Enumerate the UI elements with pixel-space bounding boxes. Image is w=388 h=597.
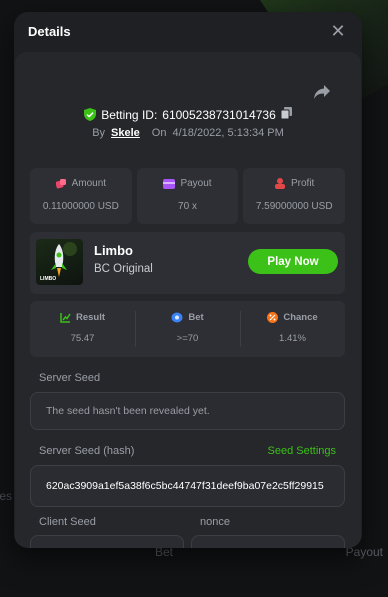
copy-icon xyxy=(280,107,292,120)
chance-label: Chance xyxy=(283,312,318,323)
server-seed-hash-label: Server Seed (hash) xyxy=(39,445,135,457)
nonce-label: nonce xyxy=(200,516,230,528)
result-label: Result xyxy=(75,312,106,323)
client-seed-field[interactable] xyxy=(30,535,184,548)
bet-details-card: Betting ID: 61005238731014736 By Skele O… xyxy=(15,52,361,548)
shield-check-icon xyxy=(84,108,97,121)
share-icon xyxy=(314,85,330,99)
user-link[interactable]: Skele xyxy=(111,127,140,139)
server-seed-hash-value: 620ac3909a1ef5a38f6c5bc44747f31deef9ba07… xyxy=(46,480,324,492)
server-seed-label: Server Seed xyxy=(39,372,101,384)
game-thumb-text: LIMBO xyxy=(40,276,57,282)
stat-payout-label: Payout xyxy=(180,178,212,189)
percent-icon xyxy=(267,312,279,323)
stat-amount: Amount 0.11000000 USD xyxy=(30,168,132,224)
game-thumbnail[interactable]: LIMBO xyxy=(36,239,83,285)
bet-timestamp: 4/18/2022, 5:13:34 PM xyxy=(172,127,284,139)
game-row: LIMBO Limbo BC Original Play Now xyxy=(30,232,345,294)
betting-id-row: Betting ID: 61005238731014736 xyxy=(15,107,361,122)
copy-button[interactable] xyxy=(280,107,292,122)
target-icon xyxy=(171,312,183,323)
on-label: On xyxy=(151,127,167,139)
result-column: Result 75.47 xyxy=(30,301,135,357)
close-button[interactable]: ✕ xyxy=(328,21,348,41)
play-now-button[interactable]: Play Now xyxy=(248,249,338,274)
bet-condition-column: Bet >=70 xyxy=(135,301,240,357)
stat-payout: Payout 70 x xyxy=(136,168,239,224)
dice-icon xyxy=(55,178,66,188)
server-seed-hash-field[interactable]: 620ac3909a1ef5a38f6c5bc44747f31deef9ba07… xyxy=(30,465,345,507)
coins-icon xyxy=(275,178,285,189)
stat-profit-value: 7.59000000 USD xyxy=(255,201,333,212)
chart-icon xyxy=(60,313,71,323)
stat-payout-value: 70 x xyxy=(178,201,197,212)
stat-profit: Profit 7.59000000 USD xyxy=(243,168,346,224)
result-summary: Result 75.47 Bet >=70 Chance 1.41% xyxy=(30,301,345,357)
game-name: Limbo xyxy=(94,243,133,258)
betting-id-value: 61005238731014736 xyxy=(162,107,276,122)
share-button[interactable] xyxy=(313,84,331,105)
seed-settings-link[interactable]: Seed Settings xyxy=(268,445,337,457)
modal-body[interactable]: Betting ID: 61005238731014736 By Skele O… xyxy=(14,50,362,548)
bet-condition-label: Bet xyxy=(188,312,204,323)
server-seed-value: The seed hasn't been revealed yet. xyxy=(46,405,210,417)
betting-id-label: Betting ID: xyxy=(101,107,158,122)
server-seed-field[interactable]: The seed hasn't been revealed yet. xyxy=(30,392,345,430)
bet-stats: Amount 0.11000000 USD Payout 70 x Profit… xyxy=(30,168,346,224)
chance-column: Chance 1.41% xyxy=(240,301,345,357)
game-provider: BC Original xyxy=(94,263,153,275)
stat-amount-value: 0.11000000 USD xyxy=(42,201,119,212)
background-left-text: tes xyxy=(0,489,13,503)
result-value: 75.47 xyxy=(70,333,95,344)
modal-header: Details ✕ xyxy=(14,12,362,50)
stat-profit-label: Profit xyxy=(291,178,315,189)
chance-value: 1.41% xyxy=(279,333,306,344)
client-seed-label: Client Seed xyxy=(39,516,96,528)
stat-amount-label: Amount xyxy=(71,178,107,189)
bet-condition-value: >=70 xyxy=(176,333,199,344)
wallet-icon xyxy=(163,178,176,189)
bet-meta-row: By Skele On 4/18/2022, 5:13:34 PM xyxy=(15,127,361,139)
by-label: By xyxy=(92,127,106,139)
modal-title: Details xyxy=(28,23,71,39)
nonce-field[interactable] xyxy=(191,535,345,548)
details-modal: Details ✕ Betting ID: 61005238731014736 xyxy=(14,12,362,548)
